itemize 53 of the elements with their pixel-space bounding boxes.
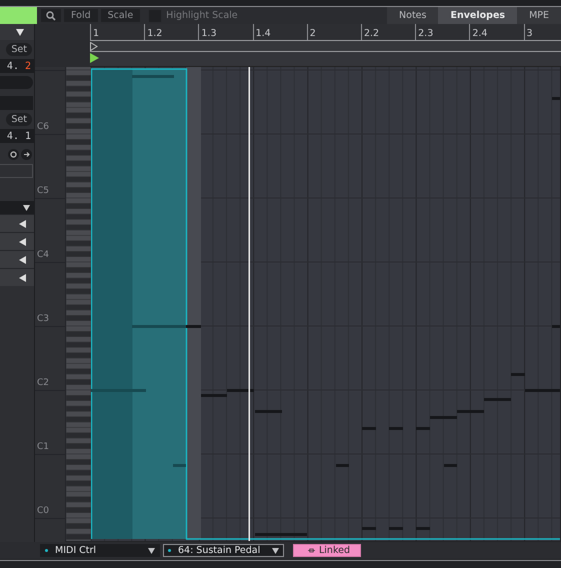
set-button[interactable]: Set: [6, 113, 32, 126]
ruler-label: 1.3: [200, 28, 216, 40]
checkbox-label: Highlight Scale: [166, 10, 238, 21]
octave-label: C3: [36, 314, 50, 326]
caret-icon: [23, 204, 30, 210]
position-field[interactable]: 4. 2: [0, 59, 34, 73]
dropdown[interactable]: [0, 201, 34, 214]
editor-tab[interactable]: Envelopes: [438, 7, 518, 24]
panel-row[interactable]: [0, 232, 34, 250]
control-dropdown[interactable]: 64: Sustain Pedal: [163, 544, 284, 557]
highlight-scale-checkbox[interactable]: [148, 8, 162, 22]
ruler-label: 2: [308, 28, 316, 40]
octave-label: C2: [36, 378, 50, 390]
octave-label: C1: [36, 442, 50, 454]
caret-icon: [19, 274, 26, 282]
position-field[interactable]: 4. 1: [0, 129, 34, 143]
caret-icon: [19, 238, 26, 246]
ruler-label: 1.2: [146, 28, 162, 40]
ruler-label: 1.4: [254, 28, 271, 40]
loop-start-icon[interactable]: [90, 42, 98, 50]
ruler-label: 2.2: [362, 28, 380, 40]
linked-button[interactable]: Linked: [293, 544, 361, 557]
ruler-label: 1: [92, 28, 100, 40]
set-button[interactable]: Set: [6, 43, 32, 56]
caret-icon[interactable]: [16, 28, 24, 36]
search-button[interactable]: [41, 9, 61, 22]
link-icon: [308, 547, 315, 554]
octave-label: C0: [36, 506, 50, 518]
caret-icon: [19, 220, 26, 228]
editor-tab[interactable]: MPE: [517, 7, 561, 24]
device-dropdown[interactable]: MIDI Ctrl: [40, 544, 160, 557]
panel-row[interactable]: [0, 250, 34, 268]
octave-label: C5: [36, 186, 50, 198]
caret-icon: [272, 548, 279, 554]
editor-tab[interactable]: Notes: [387, 7, 438, 24]
input-field[interactable]: [0, 164, 33, 178]
search-icon: [46, 10, 56, 20]
arrow-icon[interactable]: [21, 149, 32, 160]
caret-icon: [148, 548, 155, 554]
octave-label: C6: [36, 122, 50, 134]
note-bar[interactable]: [227, 389, 254, 392]
toolbar-button[interactable]: Fold: [64, 9, 98, 22]
ruler-label: 2.3: [417, 28, 434, 40]
toolbar-button[interactable]: Scale: [100, 9, 140, 22]
ruler-label: 3: [526, 28, 533, 40]
loop-icon[interactable]: [8, 149, 19, 160]
start-marker-icon[interactable]: [90, 53, 99, 63]
panel-row[interactable]: [0, 268, 34, 286]
clip-color-swatch: [0, 7, 37, 24]
panel-row[interactable]: [0, 214, 34, 232]
octave-label: C4: [36, 250, 50, 262]
ruler-label: 2.4: [471, 28, 488, 40]
caret-icon: [19, 256, 26, 264]
